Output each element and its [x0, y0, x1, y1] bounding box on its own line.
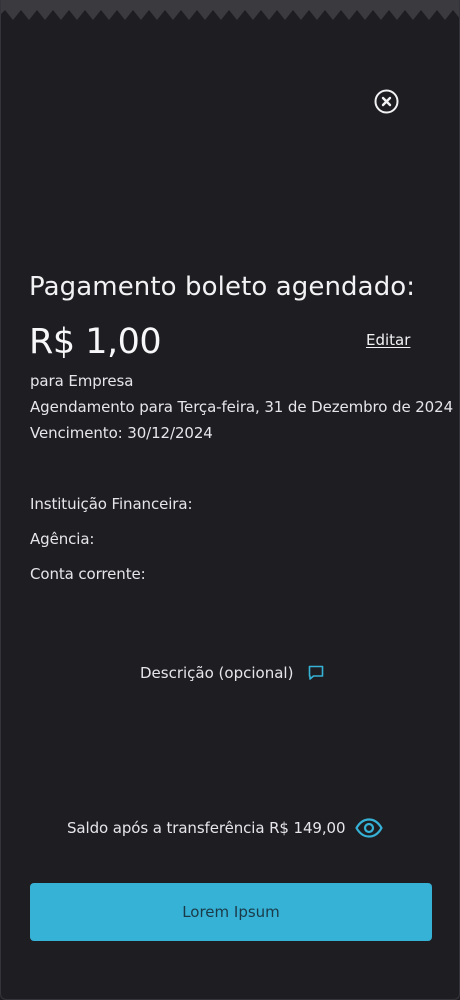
agency-label: Agência:	[30, 530, 95, 548]
description-field[interactable]: Descrição (opcional)	[140, 662, 325, 684]
close-button[interactable]	[374, 89, 399, 114]
payment-amount: R$ 1,00	[29, 322, 162, 362]
description-label: Descrição (opcional)	[140, 664, 294, 682]
edit-link[interactable]: Editar	[366, 331, 410, 349]
balance-row: Saldo após a transferência R$ 149,00	[67, 814, 384, 842]
account-label: Conta corrente:	[30, 565, 146, 583]
primary-action-button[interactable]: Lorem Ipsum	[30, 883, 432, 941]
recipient-text: para Empresa	[30, 372, 134, 390]
due-date-text: Vencimento: 30/12/2024	[30, 424, 213, 442]
eye-icon	[355, 818, 384, 838]
institution-label: Instituição Financeira:	[30, 495, 193, 513]
page-title: Pagamento boleto agendado:	[29, 272, 416, 302]
toggle-balance-visibility-button[interactable]	[355, 816, 384, 840]
close-circle-icon	[374, 89, 399, 114]
schedule-text: Agendamento para Terça-feira, 31 de Deze…	[30, 398, 454, 416]
balance-text: Saldo após a transferência R$ 149,00	[67, 819, 346, 837]
comment-icon	[309, 665, 324, 680]
receipt-panel: Pagamento boleto agendado: R$ 1,00 Edita…	[0, 0, 460, 1000]
receipt-torn-edge	[1, 0, 459, 20]
